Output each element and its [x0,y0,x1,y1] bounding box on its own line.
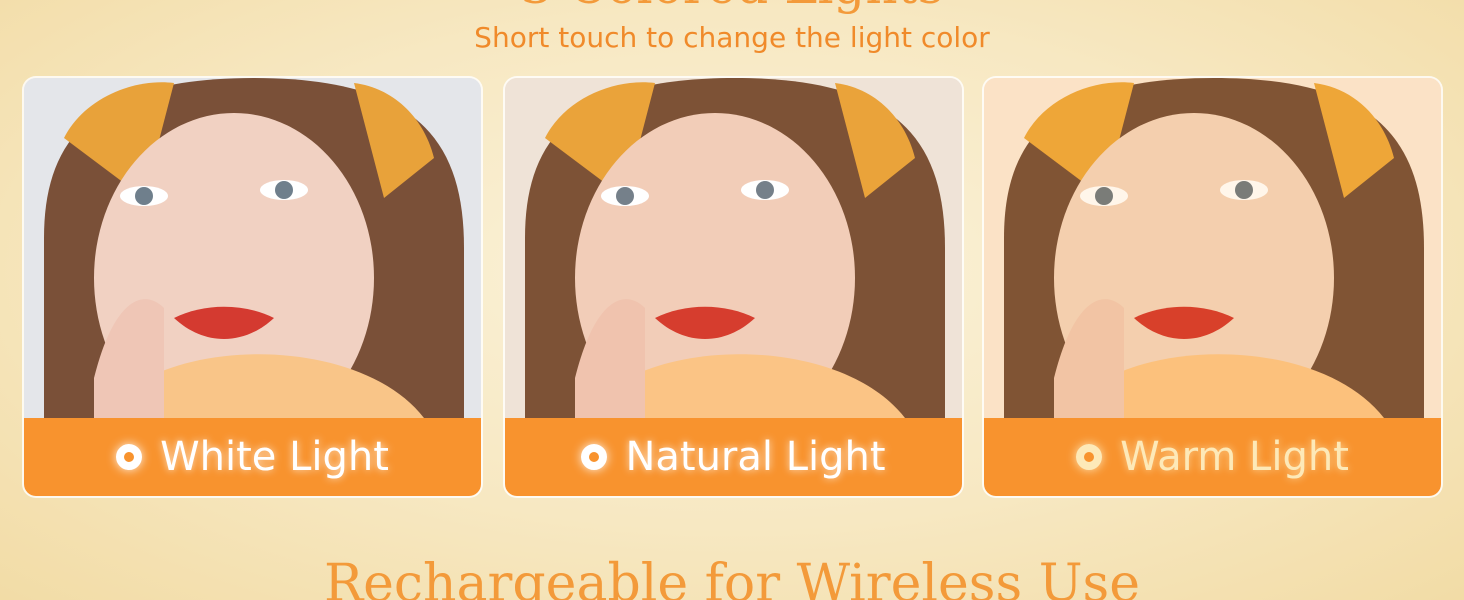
ring-icon [581,444,608,470]
portrait-photo [505,78,962,418]
ring-icon [1076,444,1103,470]
light-mode-label: Natural Light [625,434,886,480]
light-mode-cards: White Light Natural Light Warm Light [24,78,1442,498]
light-mode-label: Warm Light [1120,434,1349,480]
ring-icon [116,444,143,470]
section-title: 3 Colored Lights [0,0,1464,16]
light-mode-button-white[interactable]: White Light [24,418,481,496]
light-mode-button-warm[interactable]: Warm Light [984,418,1441,496]
light-card-natural: Natural Light [505,78,962,496]
section-subtitle: Short touch to change the light color [474,21,990,54]
portrait-photo [24,78,481,418]
light-card-white: White Light [24,78,481,496]
section-title-bottom: Rechargeable for Wireless Use [323,554,1140,600]
light-mode-label: White Light [160,434,389,480]
light-card-warm: Warm Light [984,78,1441,496]
light-mode-button-natural[interactable]: Natural Light [505,418,962,496]
portrait-photo [984,78,1441,418]
